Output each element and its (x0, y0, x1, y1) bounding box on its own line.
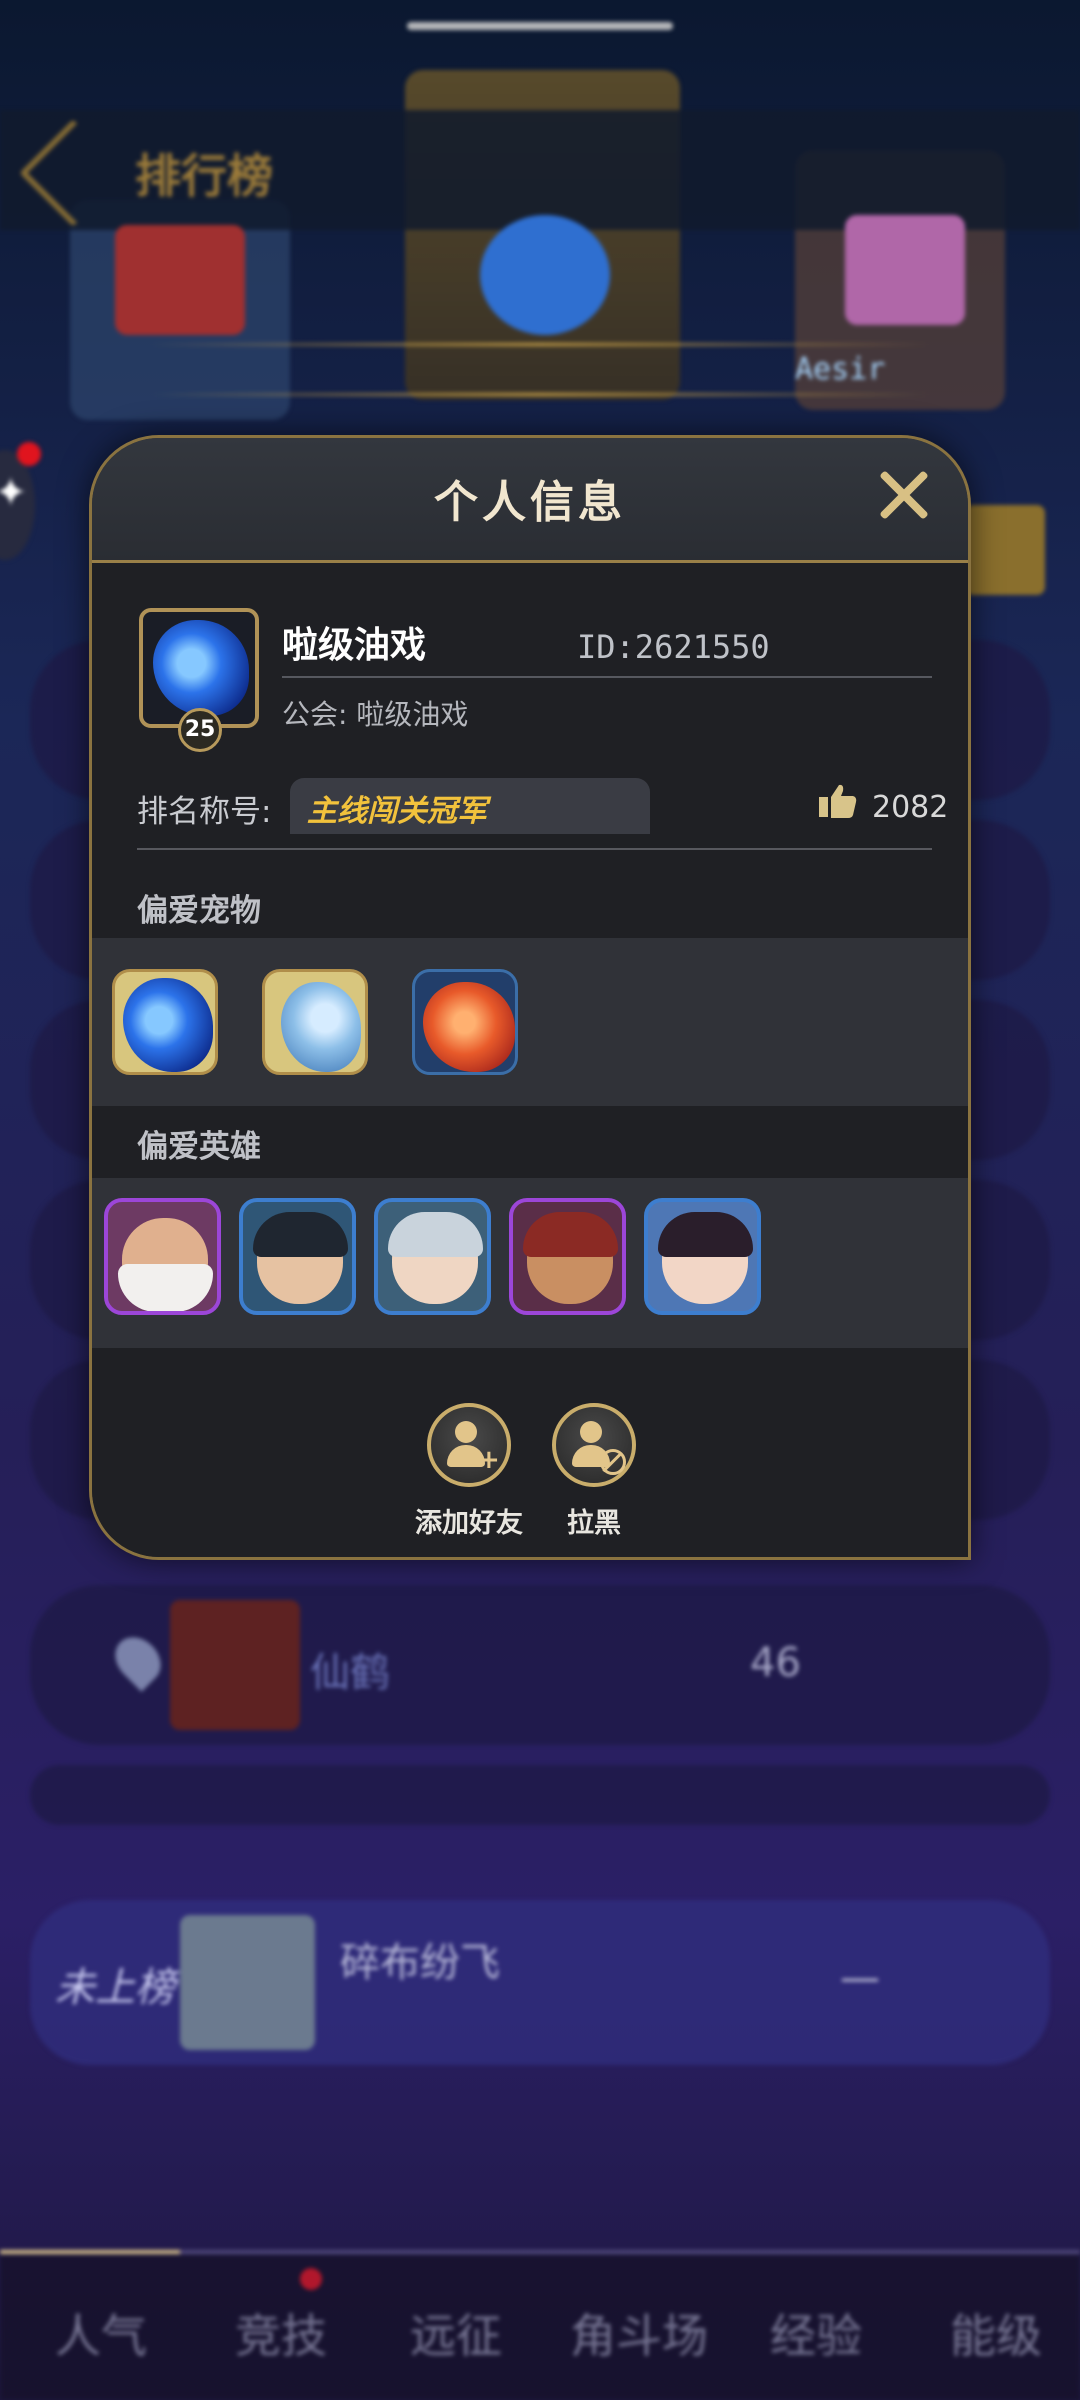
tab-colosseum[interactable]: 角斗场 (570, 2300, 708, 2366)
blue-pet-image (123, 978, 213, 1072)
sparkle-icon: ✦ (0, 470, 28, 516)
guild-text: 公会: 啦级油戏 (282, 698, 469, 731)
divider (282, 676, 932, 678)
bottom-nav-indicator (0, 2250, 1080, 2254)
blue-pet-image (153, 620, 249, 716)
player-info-dialog: 个人信息 25 啦级油戏 ID:2621550 公会: 啦级油戏 排名称号: 主… (89, 435, 971, 1560)
favorite-heroes-list (92, 1178, 968, 1348)
pet-slot[interactable] (112, 969, 218, 1075)
list-item[interactable] (30, 1765, 1050, 1825)
favorite-pets-list (92, 938, 968, 1106)
pet-slot[interactable] (412, 969, 518, 1075)
rank-title-label: 排名称号: (137, 794, 272, 830)
favorite-heroes-label: 偏爱英雄 (137, 1129, 261, 1165)
podium-divider (150, 343, 930, 346)
list-item-name: 仙鹤 (310, 1650, 390, 1696)
red-dragon-pet-image (423, 982, 515, 1072)
tab-arena[interactable]: 竞技 (235, 2300, 327, 2366)
list-item-avatar (170, 1600, 300, 1730)
player-id: ID:2621550 (577, 628, 770, 666)
active-indicator (0, 2250, 180, 2254)
podium-avatar-first[interactable] (480, 215, 610, 335)
my-rank-row[interactable]: 未上榜 碎布纷飞 — (30, 1900, 1050, 2065)
list-item[interactable]: 仙鹤 46 (30, 1585, 1050, 1745)
hero-slot[interactable] (509, 1198, 626, 1315)
hero-slot[interactable] (374, 1198, 491, 1315)
add-friend-button[interactable]: + (427, 1403, 511, 1487)
list-avatar (965, 505, 1045, 595)
divider (137, 848, 932, 850)
hero-hair (658, 1212, 753, 1257)
my-avatar (180, 1915, 315, 2050)
like-count: 2082 (872, 790, 949, 825)
my-score: — (840, 1955, 880, 2001)
block-button[interactable] (552, 1403, 636, 1487)
hero-hair (253, 1212, 348, 1257)
podium-avatar-second[interactable] (115, 225, 245, 335)
add-friend-label[interactable]: 添加好友 (409, 1501, 529, 1540)
hero-beard (118, 1264, 213, 1311)
top-player-name: Aesir (795, 352, 886, 387)
podium-divider (150, 393, 930, 396)
tab-experience[interactable]: 经验 (770, 2300, 862, 2366)
level-badge: 25 (178, 708, 222, 752)
tab-popularity[interactable]: 人气 (55, 2300, 147, 2366)
bottom-nav (0, 2255, 1080, 2400)
hero-slot[interactable] (644, 1198, 761, 1315)
podium-avatar-third[interactable] (845, 215, 965, 325)
list-item-score: 46 (750, 1640, 801, 1686)
tab-expedition[interactable]: 远征 (410, 2300, 502, 2366)
hero-headband (523, 1212, 618, 1257)
ban-icon (600, 1449, 626, 1475)
block-label[interactable]: 拉黑 (554, 1501, 634, 1540)
hero-slot[interactable] (104, 1198, 221, 1315)
my-rank-tag: 未上榜 (55, 1965, 175, 2011)
leaderboard-title: 排行榜 (135, 149, 273, 203)
thumbs-up-icon[interactable] (819, 783, 857, 819)
drag-handle[interactable] (407, 22, 673, 30)
close-icon[interactable] (876, 468, 930, 522)
my-name: 碎布纷飞 (340, 1940, 500, 1986)
player-name: 啦级油戏 (282, 625, 427, 666)
tab-level[interactable]: 能级 (950, 2300, 1042, 2366)
notification-dot (17, 442, 41, 466)
favorite-pets-label: 偏爱宠物 (137, 893, 261, 929)
dragon-pet-image (281, 982, 361, 1072)
hero-slot[interactable] (239, 1198, 356, 1315)
add-friend-icon (455, 1421, 477, 1443)
hero-helmet (388, 1212, 483, 1257)
location-pin-icon (106, 1628, 170, 1692)
pet-slot[interactable] (262, 969, 368, 1075)
notification-dot (300, 2268, 322, 2290)
block-user-icon (580, 1421, 602, 1443)
plus-icon: + (478, 1445, 500, 1475)
dialog-header: 个人信息 (92, 438, 968, 563)
dialog-title: 个人信息 (434, 477, 626, 528)
rank-title-text: 主线闯关冠军 (307, 794, 487, 829)
